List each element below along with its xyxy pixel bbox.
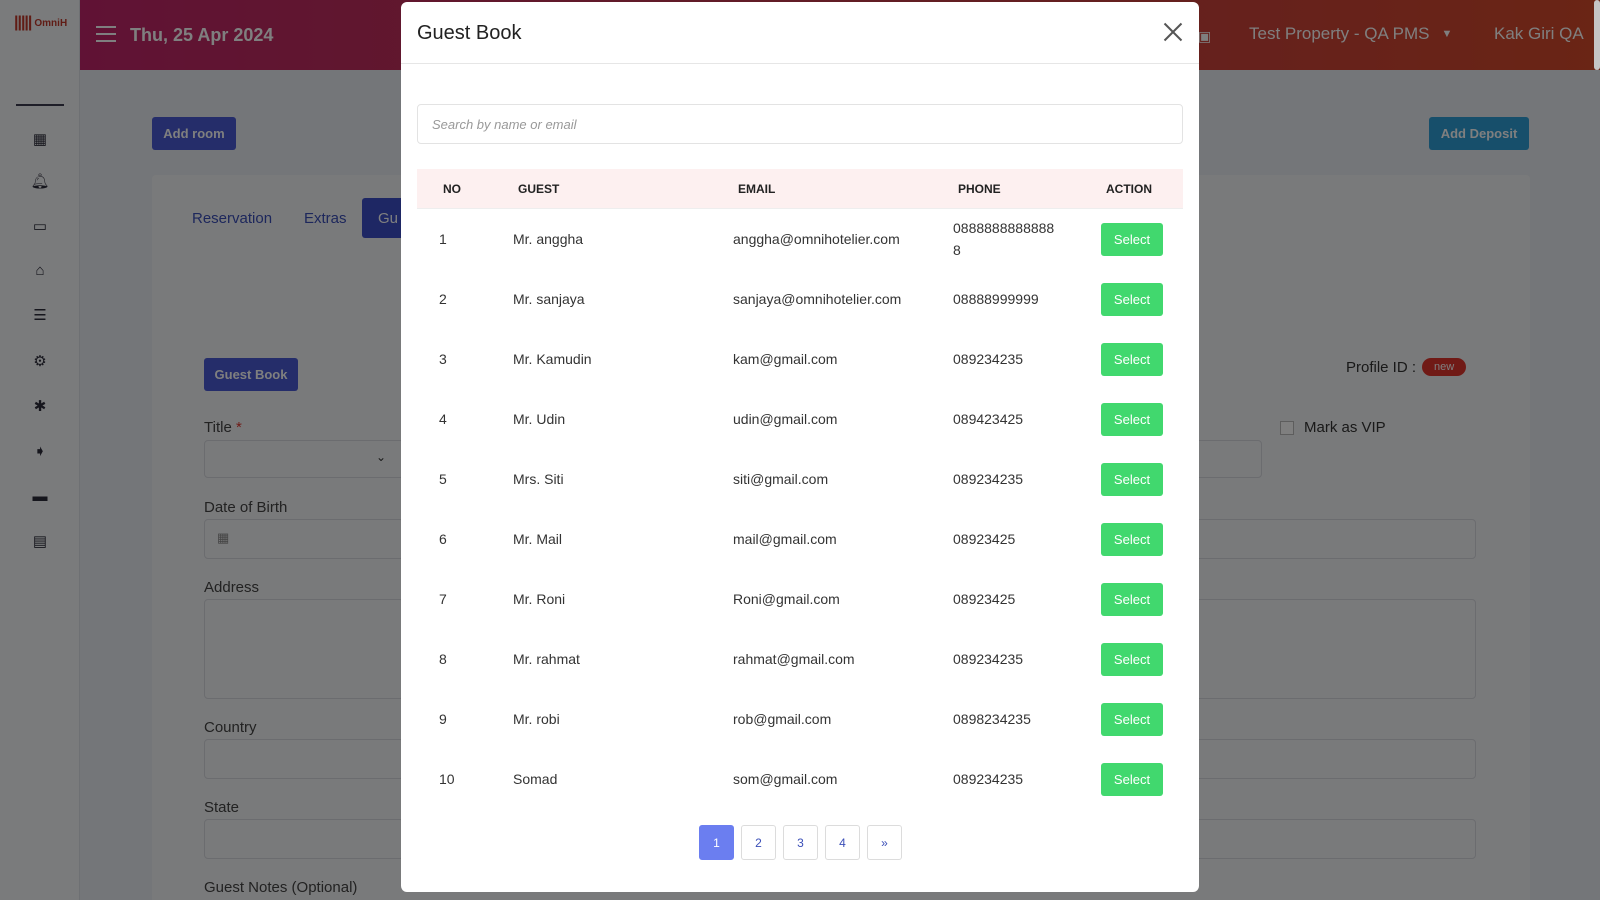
cell-action: Select — [1101, 582, 1183, 616]
column-header-no: NO — [443, 181, 461, 196]
table-row: 7 Mr. Roni Roni@gmail.com 08923425 Selec… — [417, 569, 1183, 629]
page-scrollbar[interactable] — [1594, 0, 1600, 70]
select-button[interactable]: Select — [1101, 642, 1163, 676]
guest-table: NO GUEST EMAIL PHONE ACTION 1 Mr. anggha… — [417, 169, 1183, 809]
cell-guest: Mr. rahmat — [513, 651, 580, 667]
cell-phone: 089234235 — [953, 771, 1024, 787]
cell-no: 4 — [439, 411, 447, 427]
table-row: 8 Mr. rahmat rahmat@gmail.com 089234235 … — [417, 629, 1183, 689]
cell-guest: Mr. robi — [513, 711, 560, 727]
select-button[interactable]: Select — [1101, 522, 1163, 556]
close-icon[interactable] — [1161, 20, 1185, 44]
cell-no: 7 — [439, 591, 447, 607]
cell-phone: 08888999999 — [953, 291, 1039, 307]
cell-email: siti@gmail.com — [733, 471, 829, 487]
table-row: 1 Mr. anggha anggha@omnihotelier.com 088… — [417, 209, 1183, 269]
page-button-3[interactable]: 3 — [783, 825, 818, 860]
cell-email: sanjaya@omnihotelier.com — [733, 291, 902, 307]
cell-email: som@gmail.com — [733, 771, 838, 787]
cell-guest: Somad — [513, 771, 558, 787]
cell-guest: Mr. Udin — [513, 411, 566, 427]
cell-guest: Mr. Kamudin — [513, 351, 592, 367]
table-row: 6 Mr. Mail mail@gmail.com 08923425 Selec… — [417, 509, 1183, 569]
table-row: 10 Somad som@gmail.com 089234235 Select — [417, 749, 1183, 809]
cell-no: 9 — [439, 711, 447, 727]
guest-book-modal: Guest Book NO GUEST EMAIL PHONE ACTION 1… — [401, 2, 1199, 892]
column-header-email: EMAIL — [738, 181, 776, 196]
cell-no: 2 — [439, 291, 447, 307]
cell-action: Select — [1101, 222, 1183, 256]
page-button-1[interactable]: 1 — [699, 825, 734, 860]
cell-phone: 08923425 — [953, 591, 1016, 607]
select-button[interactable]: Select — [1101, 282, 1163, 316]
cell-no: 6 — [439, 531, 447, 547]
cell-email: udin@gmail.com — [733, 411, 838, 427]
cell-guest: Mrs. Siti — [513, 471, 564, 487]
column-header-phone: PHONE — [958, 181, 1001, 196]
cell-no: 5 — [439, 471, 447, 487]
page-button-2[interactable]: 2 — [741, 825, 776, 860]
table-header: NO GUEST EMAIL PHONE ACTION — [417, 169, 1183, 209]
table-row: 3 Mr. Kamudin kam@gmail.com 089234235 Se… — [417, 329, 1183, 389]
select-button[interactable]: Select — [1101, 762, 1163, 796]
cell-action: Select — [1101, 762, 1183, 796]
page-button-4[interactable]: 4 — [825, 825, 860, 860]
table-row: 5 Mrs. Siti siti@gmail.com 089234235 Sel… — [417, 449, 1183, 509]
select-button[interactable]: Select — [1101, 402, 1163, 436]
cell-phone: 089234235 — [953, 351, 1024, 367]
cell-guest: Mr. Roni — [513, 591, 566, 607]
cell-action: Select — [1101, 282, 1183, 316]
cell-phone: 0898234235 — [953, 711, 1031, 727]
pagination: 1 2 3 4 » — [699, 825, 902, 860]
cell-action: Select — [1101, 402, 1183, 436]
cell-phone: 089234235 — [953, 651, 1024, 667]
search-input[interactable] — [417, 104, 1183, 144]
cell-guest: Mr. anggha — [513, 231, 584, 247]
select-button[interactable]: Select — [1101, 582, 1163, 616]
cell-action: Select — [1101, 342, 1183, 376]
cell-email: rob@gmail.com — [733, 711, 832, 727]
select-button[interactable]: Select — [1101, 222, 1163, 256]
cell-action: Select — [1101, 522, 1183, 556]
cell-guest: Mr. sanjaya — [513, 291, 585, 307]
select-button[interactable]: Select — [1101, 462, 1163, 496]
cell-email: kam@gmail.com — [733, 351, 838, 367]
table-row: 4 Mr. Udin udin@gmail.com 089423425 Sele… — [417, 389, 1183, 449]
cell-phone: 089234235 — [953, 471, 1024, 487]
cell-phone: 08923425 — [953, 531, 1016, 547]
cell-action: Select — [1101, 462, 1183, 496]
cell-guest: Mr. Mail — [513, 531, 562, 547]
column-header-action: ACTION — [1106, 181, 1152, 196]
table-row: 2 Mr. sanjaya sanjaya@omnihotelier.com 0… — [417, 269, 1183, 329]
next-page-button[interactable]: » — [867, 825, 902, 860]
cell-no: 1 — [439, 231, 447, 247]
column-header-guest: GUEST — [518, 181, 560, 196]
select-button[interactable]: Select — [1101, 702, 1163, 736]
cell-email: rahmat@gmail.com — [733, 651, 855, 667]
cell-no: 3 — [439, 351, 447, 367]
table-row: 9 Mr. robi rob@gmail.com 0898234235 Sele… — [417, 689, 1183, 749]
cell-email: anggha@omnihotelier.com — [733, 231, 900, 247]
cell-phone: 08888888888888 — [953, 220, 1055, 258]
cell-email: mail@gmail.com — [733, 531, 837, 547]
cell-email: Roni@gmail.com — [733, 591, 840, 607]
modal-title: Guest Book — [417, 22, 522, 44]
modal-header: Guest Book — [401, 2, 1199, 64]
cell-no: 8 — [439, 651, 447, 667]
cell-no: 10 — [439, 771, 455, 787]
cell-action: Select — [1101, 702, 1183, 736]
cell-phone: 089423425 — [953, 411, 1024, 427]
select-button[interactable]: Select — [1101, 342, 1163, 376]
cell-action: Select — [1101, 642, 1183, 676]
